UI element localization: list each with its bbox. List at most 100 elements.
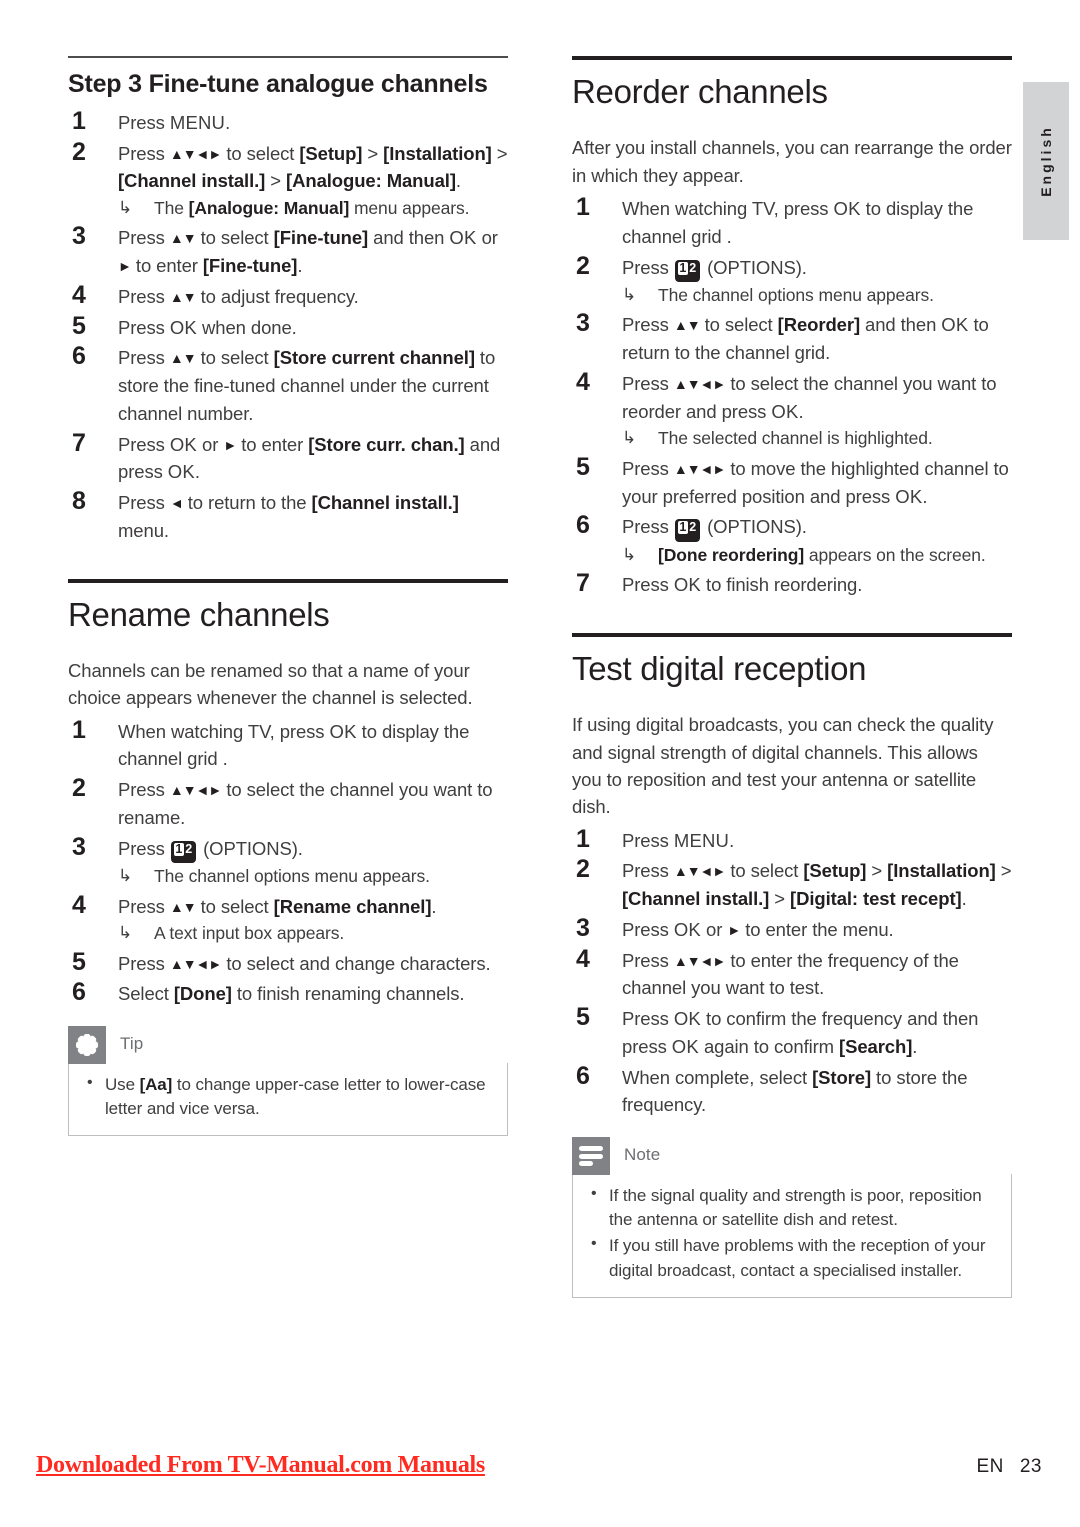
list-item: 1 Press MENU. xyxy=(572,824,1012,855)
arrow-hook-icon: ↳ xyxy=(622,428,637,448)
list-item: 2 Press ▲▼◄► to select [Setup] > [Instal… xyxy=(576,855,1012,910)
arrow-keys-icon: ▲▼◄► xyxy=(673,952,726,969)
step-number: 5 xyxy=(576,1003,590,1032)
rename-intro: Channels can be renamed so that a name o… xyxy=(68,659,473,709)
step-number: 2 xyxy=(72,137,86,166)
step-sub-note: ↳ A text input box appears. xyxy=(118,921,508,946)
step-number: 1 xyxy=(72,715,86,744)
note-lines-icon xyxy=(572,1137,610,1176)
step-number: 3 xyxy=(576,309,590,338)
list-item: 7 Press OK to finish reordering. xyxy=(572,569,1012,599)
arrow-keys-icon: ▲▼◄► xyxy=(169,145,222,162)
list-item: 4 Press ▲▼ to select [Rename channel]. ↳… xyxy=(68,891,508,947)
tip-callout-label: Tip xyxy=(120,1034,144,1054)
starburst-icon xyxy=(68,1026,106,1065)
arrow-keys-icon: ▲▼ xyxy=(169,288,197,305)
step-sub-note: ↳ [Done reordering] appears on the screen… xyxy=(622,543,1012,568)
arrow-keys-icon: ▲▼ xyxy=(169,230,197,247)
step-number: 5 xyxy=(72,947,86,976)
list-item: 1 Press MENU. xyxy=(68,106,508,137)
step3-title-prefix: Step 3 xyxy=(68,70,142,98)
section-step3: Step 3 Fine-tune analogue channels 1 Pre… xyxy=(68,56,508,545)
reorder-steps: 1 When watching TV, press OK to display … xyxy=(572,193,1012,599)
list-item: 1 When watching TV, press OK to display … xyxy=(72,715,470,770)
arrow-hook-icon: ↳ xyxy=(118,923,133,943)
arrow-keys-icon: ▲▼ xyxy=(169,350,197,367)
note-lines-shape xyxy=(579,1146,603,1167)
footer-language-code: EN xyxy=(976,1456,1004,1477)
list-item: 7 Press OK or ► to enter [Store curr. ch… xyxy=(72,428,501,483)
options-key-icon: 12 xyxy=(674,259,701,283)
step-number: 6 xyxy=(72,978,86,1007)
list-item: 6 Select [Done] to finish renaming chann… xyxy=(68,978,508,1008)
tip-list: Use [Aa] to change upper-case letter to … xyxy=(83,1072,493,1121)
section-rename-channels: Rename channels Channels can be renamed … xyxy=(68,578,508,1009)
page-title-test: Test digital reception xyxy=(572,649,867,687)
arrow-keys-icon: ▲▼◄► xyxy=(673,375,726,392)
tip-callout-body: Use [Aa] to change upper-case letter to … xyxy=(68,1063,508,1137)
list-item: 4 Press ▲▼◄► to select the channel you w… xyxy=(572,367,1012,452)
page-title-step3: Step 3 Fine-tune analogue channels xyxy=(68,70,508,99)
step3-title-text: Fine-tune analogue channels xyxy=(148,70,488,98)
step-number: 3 xyxy=(576,913,590,942)
section-rule-thick xyxy=(572,632,1012,637)
step-number: 2 xyxy=(576,251,590,280)
step-number: 2 xyxy=(576,855,590,884)
list-item: 1 When watching TV, press OK to display … xyxy=(576,193,974,247)
arrow-keys-icon: ▲▼◄► xyxy=(673,863,726,880)
arrow-right-icon: ► xyxy=(223,436,237,453)
list-item: 2 Press 12 (OPTIONS). ↳ The channel optio… xyxy=(572,251,1012,309)
step-sub-note: ↳ The [Analogue: Manual] menu appears. xyxy=(118,196,508,221)
step-number: 8 xyxy=(72,487,86,516)
list-item: 5 Press ▲▼◄► to move the highlighted cha… xyxy=(576,452,1009,507)
step-number: 3 xyxy=(72,222,86,251)
section-reorder-channels: Reorder channels After you install chann… xyxy=(572,56,1012,599)
list-item: 2 Press ▲▼◄► to select [Setup] > [Instal… xyxy=(68,137,508,222)
step-number: 4 xyxy=(576,367,590,396)
step-sub-note: ↳ The channel options menu appears. xyxy=(118,864,508,889)
step-number: 3 xyxy=(72,832,86,861)
arrow-right-icon: ► xyxy=(118,258,132,275)
arrow-left-icon: ◄ xyxy=(169,495,184,512)
list-item: 6 Press ▲▼ to select [Store current chan… xyxy=(72,342,496,424)
arrow-keys-icon: ▲▼ xyxy=(673,317,701,334)
tip-callout-header: Tip xyxy=(68,1026,508,1065)
note-callout: Note If the signal quality and strength … xyxy=(572,1137,1012,1298)
page-title-reorder: Reorder channels xyxy=(572,73,828,110)
list-item: 5 Press OK when done. xyxy=(68,312,508,342)
step-number: 2 xyxy=(72,774,86,803)
arrow-hook-icon: ↳ xyxy=(622,544,637,564)
list-item: 3 Press ▲▼ to select [Fine-tune] and the… xyxy=(72,222,498,277)
rename-steps: 1 When watching TV, press OK to display … xyxy=(68,715,508,1009)
list-item: 3 Press ▲▼ to select [Reorder] and then … xyxy=(576,309,989,364)
list-item: 3 Press OK or ► to enter the menu. xyxy=(572,913,1012,944)
left-column: Step 3 Fine-tune analogue channels 1 Pre… xyxy=(68,56,508,1137)
section-test-digital-reception: Test digital reception If using digital … xyxy=(572,632,1012,1120)
list-item: 4 Press ▲▼◄► to enter the frequency of t… xyxy=(576,944,959,999)
footer-download-link[interactable]: Downloaded From TV-Manual.com Manuals xyxy=(36,1452,485,1479)
note-callout-header: Note xyxy=(572,1137,1012,1176)
step3-steps: 1 Press MENU. 2 Press ▲▼◄► to select [Se… xyxy=(68,106,508,545)
section-rule-thin xyxy=(68,56,508,58)
list-item: 3 Press 12 (OPTIONS). ↳ The channel optio… xyxy=(68,832,508,890)
step-number: 6 xyxy=(576,511,590,540)
test-steps: 1 Press MENU. 2 Press ▲▼◄► to select [Se… xyxy=(572,824,1012,1120)
arrow-hook-icon: ↳ xyxy=(622,285,637,305)
section-rule-thick xyxy=(572,56,1012,60)
list-item: 5 Press ▲▼◄► to select and change charac… xyxy=(68,947,508,978)
step-number: 1 xyxy=(72,106,86,135)
arrow-keys-icon: ▲▼◄► xyxy=(673,460,726,477)
arrow-hook-icon: ↳ xyxy=(118,198,133,217)
footer-page-indicator: EN 23 xyxy=(976,1456,1042,1478)
step-number: 1 xyxy=(576,824,590,853)
step-number: 4 xyxy=(72,280,86,309)
step-number: 6 xyxy=(72,342,86,371)
step-number: 5 xyxy=(576,452,590,481)
list-item: Use [Aa] to change upper-case letter to … xyxy=(83,1072,493,1121)
note-callout-body: If the signal quality and strength is po… xyxy=(572,1174,1012,1298)
list-item: If you still have problems with the rece… xyxy=(587,1233,997,1282)
step-number: 7 xyxy=(72,428,86,457)
list-item: If the signal quality and strength is po… xyxy=(587,1183,997,1232)
step-number: 7 xyxy=(576,569,590,598)
language-tab-label: English xyxy=(1038,125,1054,197)
